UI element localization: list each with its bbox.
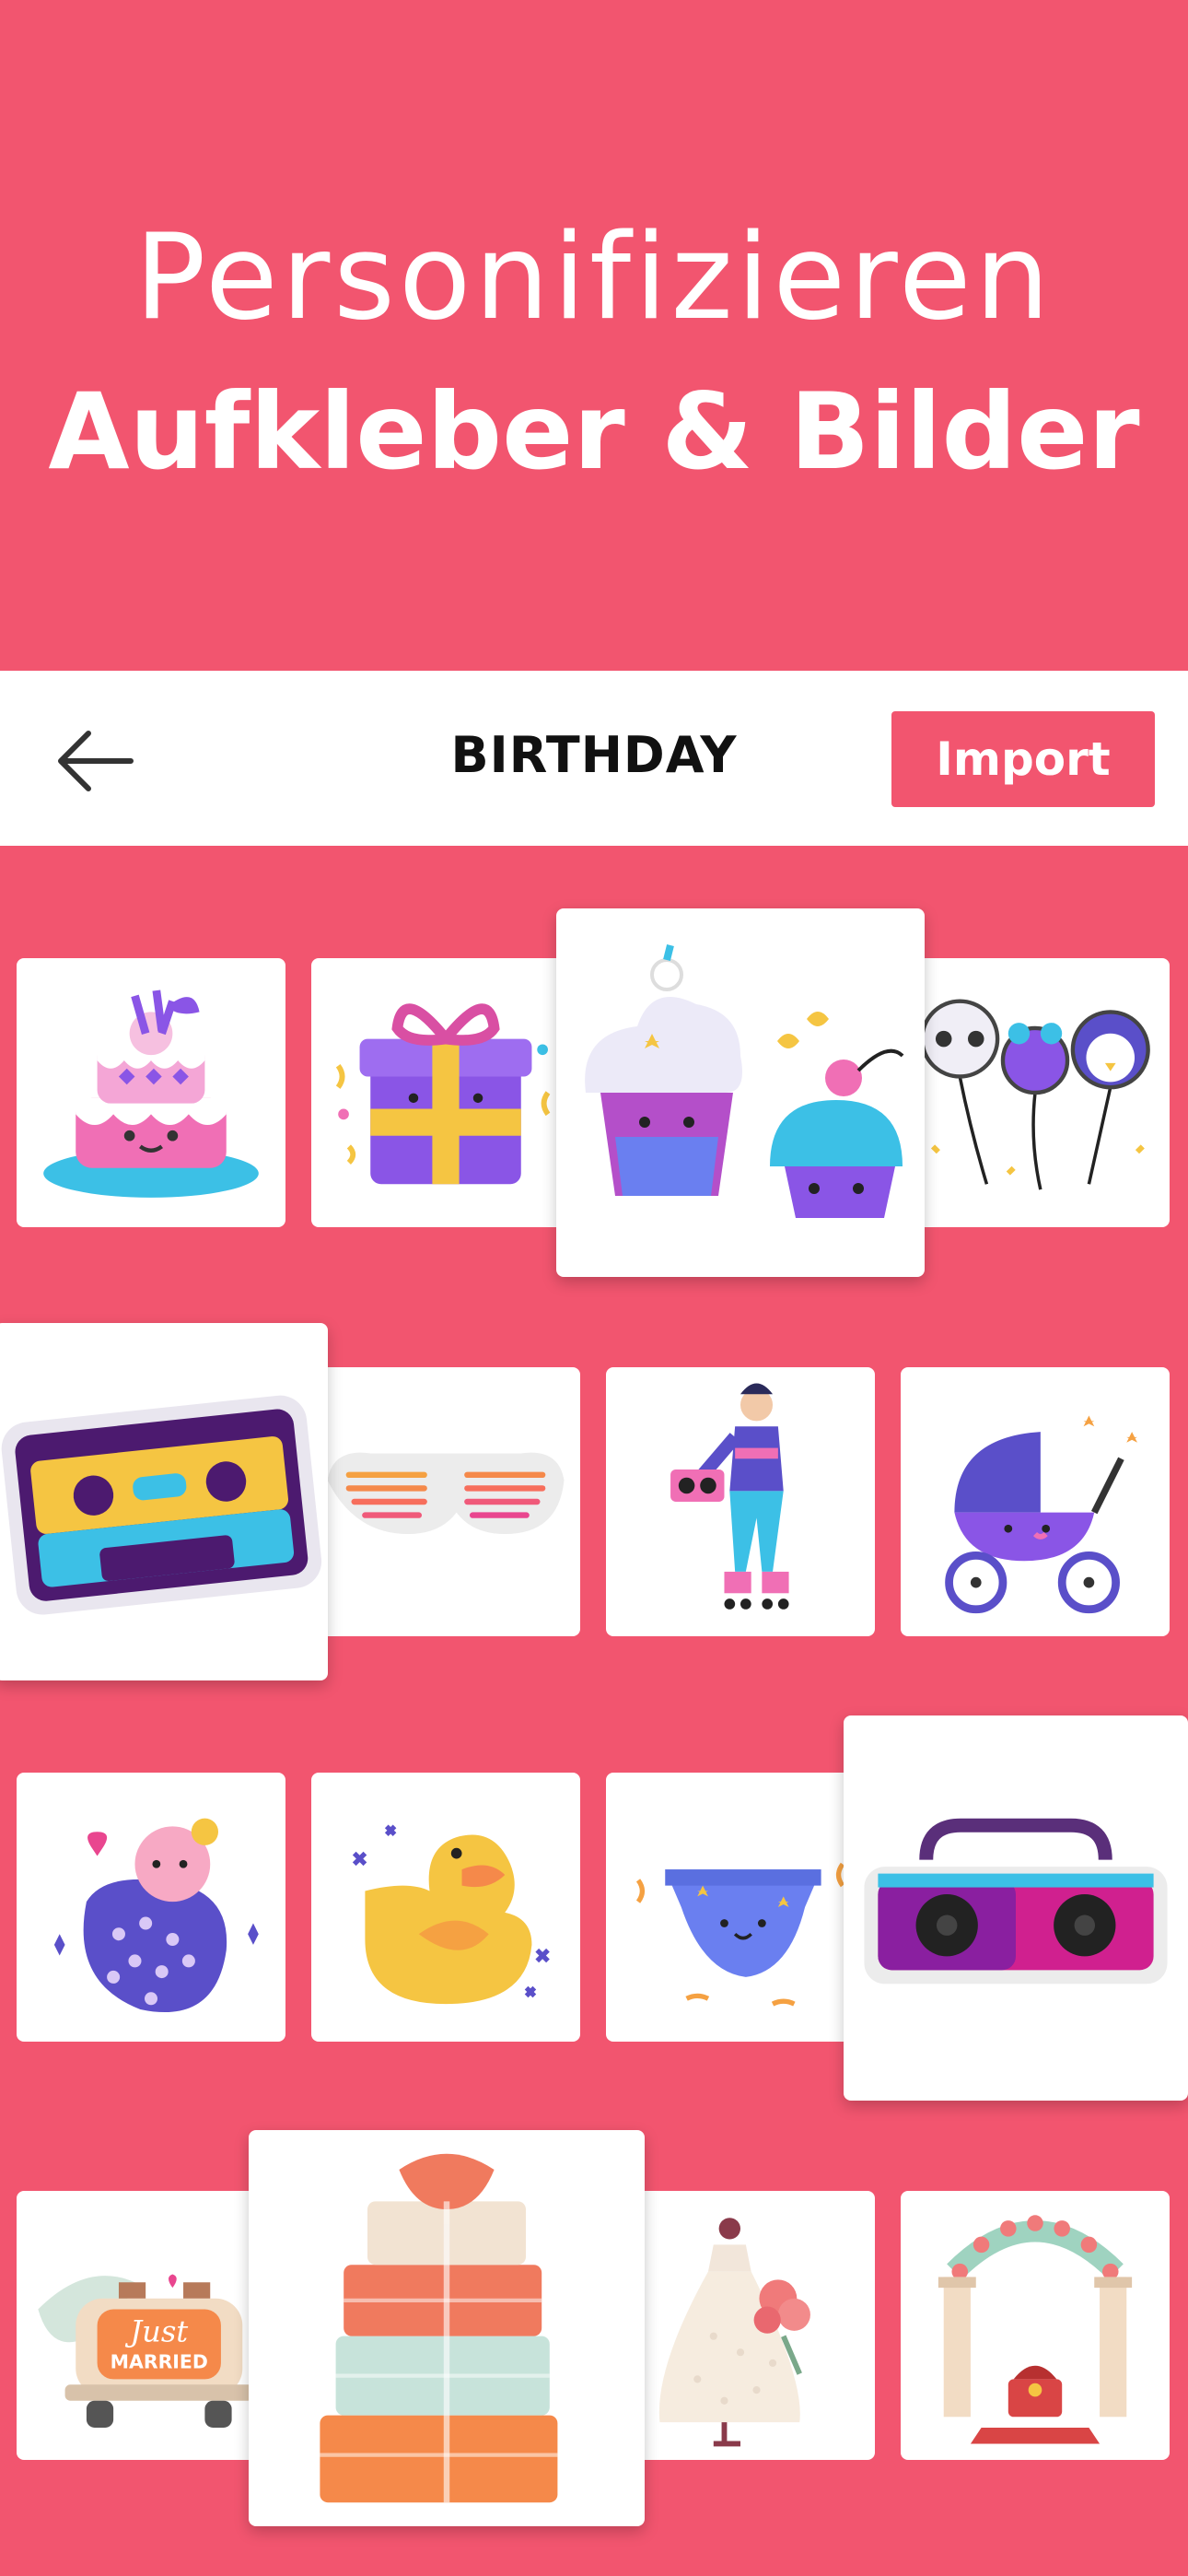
- promo-title-line1: Personifizieren: [134, 209, 1054, 346]
- sticker-tile-rubber-duck[interactable]: [311, 1773, 580, 2042]
- sticker-tile-gift-box[interactable]: [311, 958, 580, 1227]
- sticker-tile-wedding-dress[interactable]: [606, 2191, 875, 2460]
- sticker-tile-roller-skater[interactable]: [606, 1367, 875, 1636]
- sticker-tile-cassette-tape[interactable]: [0, 1323, 328, 1680]
- sticker-tile-just-married-car[interactable]: Just MARRIED: [17, 2191, 285, 2460]
- boombox-sticker: [864, 1818, 1168, 1985]
- sticker-tile-cupcakes[interactable]: [556, 908, 925, 1277]
- sticker-tile-swaddled-baby[interactable]: [17, 1773, 285, 2042]
- cupcakes-sticker: [585, 944, 904, 1218]
- wedding-arch-sticker: [938, 2215, 1133, 2444]
- promo-header: Personifizieren Aufkleber & Bilder: [0, 0, 1188, 671]
- import-button[interactable]: Import: [891, 711, 1155, 807]
- sticker-tile-shutter-shades[interactable]: [311, 1367, 580, 1636]
- sticker-tile-baby-stroller[interactable]: [901, 1367, 1170, 1636]
- rubber-duck-sticker: [352, 1824, 550, 2005]
- sticker-tile-diaper[interactable]: [606, 1773, 875, 2042]
- cake-sticker: [43, 989, 259, 1198]
- gift-box-sticker: [335, 1003, 551, 1185]
- wedding-cake-stack-sticker: [320, 2153, 558, 2503]
- sticker-tile-cake[interactable]: [17, 958, 285, 1227]
- diaper-sticker: [635, 1862, 845, 2007]
- cassette-tape-sticker: [1, 1395, 322, 1615]
- car-sign-line2: MARRIED: [111, 2351, 208, 2373]
- roller-skater-sticker: [670, 1383, 789, 1610]
- sticker-tile-wedding-cake-stack[interactable]: [249, 2130, 645, 2526]
- promo-title-line2: Aufkleber & Bilder: [48, 370, 1140, 493]
- car-sign-line1: Just: [124, 2314, 188, 2349]
- sticker-tile-wedding-arch[interactable]: [901, 2191, 1170, 2460]
- sticker-tile-animal-balloons[interactable]: [901, 958, 1170, 1227]
- top-navigation-bar: BIRTHDAY Import: [0, 671, 1188, 846]
- baby-stroller-sticker: [945, 1415, 1137, 1614]
- sticker-grid: Just MARRIED: [0, 846, 1188, 2576]
- swaddled-baby-sticker: [53, 1818, 259, 2013]
- shutter-shades-sticker: [327, 1452, 565, 1535]
- just-married-car-sticker: Just MARRIED: [38, 2274, 253, 2428]
- animal-balloons-sticker: [920, 999, 1150, 1190]
- sticker-tile-boombox[interactable]: [844, 1715, 1188, 2101]
- wedding-dress-sticker: [658, 2218, 810, 2447]
